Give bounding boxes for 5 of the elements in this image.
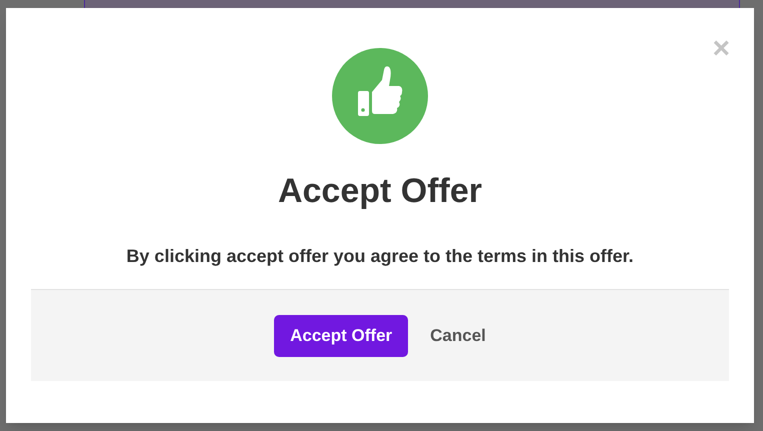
dialog-message: By clicking accept offer you agree to the terms in this offer. <box>126 245 634 268</box>
thumbs-up-icon <box>332 48 428 144</box>
accept-offer-button[interactable]: Accept Offer <box>274 314 408 356</box>
dialog-title: Accept Offer <box>278 171 482 212</box>
cancel-button[interactable]: Cancel <box>430 322 486 348</box>
